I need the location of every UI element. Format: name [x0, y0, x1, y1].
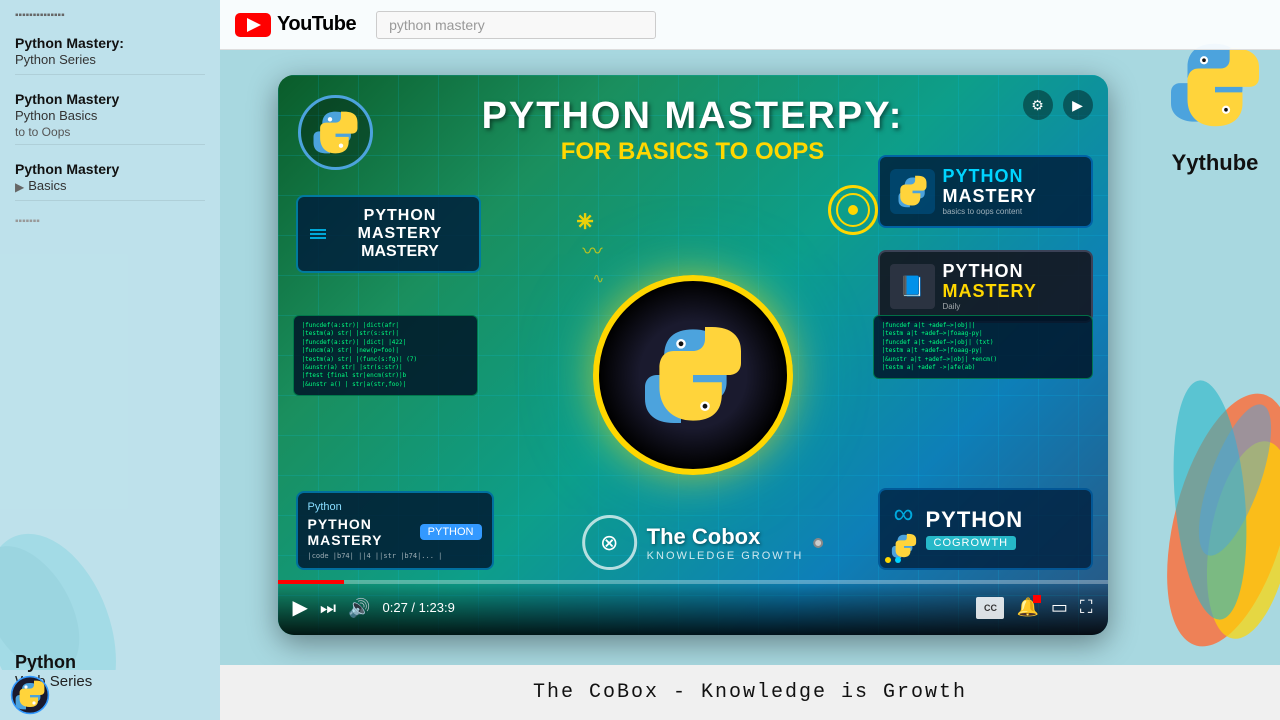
time-display: 0:27 / 1:23:9 [383, 600, 455, 615]
sidebar-item-3-subtitle: Basics [28, 178, 66, 195]
sidebar-item-2-subtitle: Python Basics [15, 108, 205, 125]
card-right-top: PYTHON MASTERY basics to oops content [878, 155, 1093, 228]
card-right-bottom-icons: ∞ [890, 498, 918, 560]
video-top-controls[interactable]: ⚙ ▶ [1023, 90, 1093, 120]
dot-blue [895, 557, 901, 563]
code-block-left: |funcdef(a:str)| |dict(afr| |testm(a) st… [293, 315, 478, 396]
dna-decoration-2: 〰 [583, 235, 603, 264]
card-right-mid: 📘 PYTHON MASTERY Daily [878, 250, 1093, 323]
card-right-bottom: ∞ PYTHON COGROWTH [878, 488, 1093, 570]
left-sidebar: ▪▪▪▪▪▪▪▪▪▪▪▪▪▪ Python Mastery: Python Se… [0, 0, 220, 720]
dna-decoration-3: ∿ [593, 270, 605, 287]
sidebar-item-2-title: Python Mastery [15, 90, 205, 108]
sidebar-footer-line1: Python [15, 652, 92, 673]
skip-button[interactable]: ⏭ [320, 599, 336, 617]
right-controls: CC 🔔 ▭ ⛶ [976, 597, 1092, 619]
card-mastery-text: PYTHON MASTERY MASTERY [334, 207, 467, 261]
sidebar-item-1-title: Python Mastery: [15, 34, 205, 52]
progress-bar-container[interactable] [278, 580, 1108, 584]
notifications-button[interactable]: 🔔 [1016, 597, 1038, 618]
target-circle-decoration [828, 185, 878, 235]
captions-button[interactable]: CC [976, 597, 1004, 619]
dot-yellow [885, 557, 891, 563]
python-badge: PYTHON [420, 524, 482, 540]
card-dots [885, 557, 901, 563]
youtube-header: YouTube [220, 0, 1280, 50]
card-lines-icon [310, 229, 326, 239]
fullscreen-button[interactable]: ⛶ [1080, 597, 1093, 618]
card-mastery-left: PYTHON MASTERY MASTERY [296, 195, 481, 273]
book-icon: 📘 [900, 274, 925, 299]
card-bottom-left-content: PYTHON MASTERY PYTHON [308, 516, 482, 548]
sidebar-python-logo [10, 675, 50, 715]
video-controls: ▶ ⏭ 🔊 0:27 / 1:23:9 CC 🔔 ▭ ⛶ [278, 580, 1108, 635]
card-right-top-icon [890, 169, 935, 214]
card-right-bottom-text: PYTHON COGROWTH [926, 507, 1024, 551]
sidebar-item-2[interactable]: Python Mastery Python Basics to to Oops [15, 85, 205, 145]
video-title-sub: FOR BASICS TO OOPS [482, 138, 904, 166]
youtube-wordmark: YouTube [277, 13, 356, 36]
video-title-main: PYTHON MASTERPY: [482, 95, 904, 138]
sidebar-top-label: ▪▪▪▪▪▪▪▪▪▪▪▪▪▪ [15, 10, 205, 21]
card-bottom-left: Python PYTHON MASTERY PYTHON |code |b74|… [296, 491, 494, 570]
python-logo-center [593, 275, 793, 475]
sidebar-item-3-title: Python Mastery [15, 160, 205, 178]
card-bottom-left-subtitle: Python [308, 501, 482, 513]
volume-button[interactable]: 🔊 [348, 599, 370, 617]
play-button[interactable]: ▶ [293, 598, 308, 618]
sidebar-item-2-sub2: to to Oops [15, 125, 205, 139]
youtube-icon [235, 13, 271, 37]
cogrowth-badge: COGROWTH [926, 536, 1017, 550]
video-player[interactable]: PYTHON MASTERPY: FOR BASICS TO OOPS [278, 75, 1108, 635]
sidebar-mid-label: ▪▪▪▪▪▪▪ [15, 216, 205, 227]
small-python-logo-tl [298, 95, 373, 170]
notification-badge [1033, 595, 1041, 603]
search-input[interactable] [376, 11, 656, 39]
miniplayer-button[interactable]: ▭ [1051, 597, 1068, 618]
card-bottom-left-code: |code |b74| ||4 ||str |b74|... | [308, 552, 482, 560]
video-more-icon[interactable]: ▶ [1063, 90, 1093, 120]
cobox-card: ⊗ The Cobox KNOWLEDGE GROWTH [582, 515, 804, 570]
sidebar-item-3-icon: ▶ [15, 180, 24, 194]
sidebar-item-1[interactable]: Python Mastery: Python Series [15, 29, 205, 75]
cobox-text: The Cobox KNOWLEDGE GROWTH [647, 524, 804, 562]
video-title: PYTHON MASTERPY: FOR BASICS TO OOPS [482, 95, 904, 166]
card-right-mid-text: PYTHON MASTERY Daily [943, 262, 1037, 311]
card-right-mid-icon: 📘 [890, 264, 935, 309]
progress-bar-fill [278, 580, 344, 584]
sidebar-item-3[interactable]: Python Mastery ▶ Basics [15, 155, 205, 201]
video-thumbnail: PYTHON MASTERPY: FOR BASICS TO OOPS [278, 75, 1108, 635]
video-container: PYTHON MASTERPY: FOR BASICS TO OOPS [220, 50, 1280, 660]
code-block-right: |funcdef a|t +adef—>|obj|| |testm a|t +a… [873, 315, 1093, 379]
bottom-caption-text: The CoBox - Knowledge is Growth [533, 681, 967, 704]
video-settings-icon[interactable]: ⚙ [1023, 90, 1053, 120]
youtube-logo[interactable]: YouTube [235, 13, 356, 37]
card-right-top-text: PYTHON MASTERY basics to oops content [943, 167, 1037, 216]
bottom-caption-bar: The CoBox - Knowledge is Growth [220, 665, 1280, 720]
sidebar-item-1-subtitle: Python Series [15, 52, 205, 69]
cobox-dot [813, 538, 823, 548]
cobox-icon: ⊗ [582, 515, 637, 570]
infinity-icon: ∞ [894, 498, 914, 530]
